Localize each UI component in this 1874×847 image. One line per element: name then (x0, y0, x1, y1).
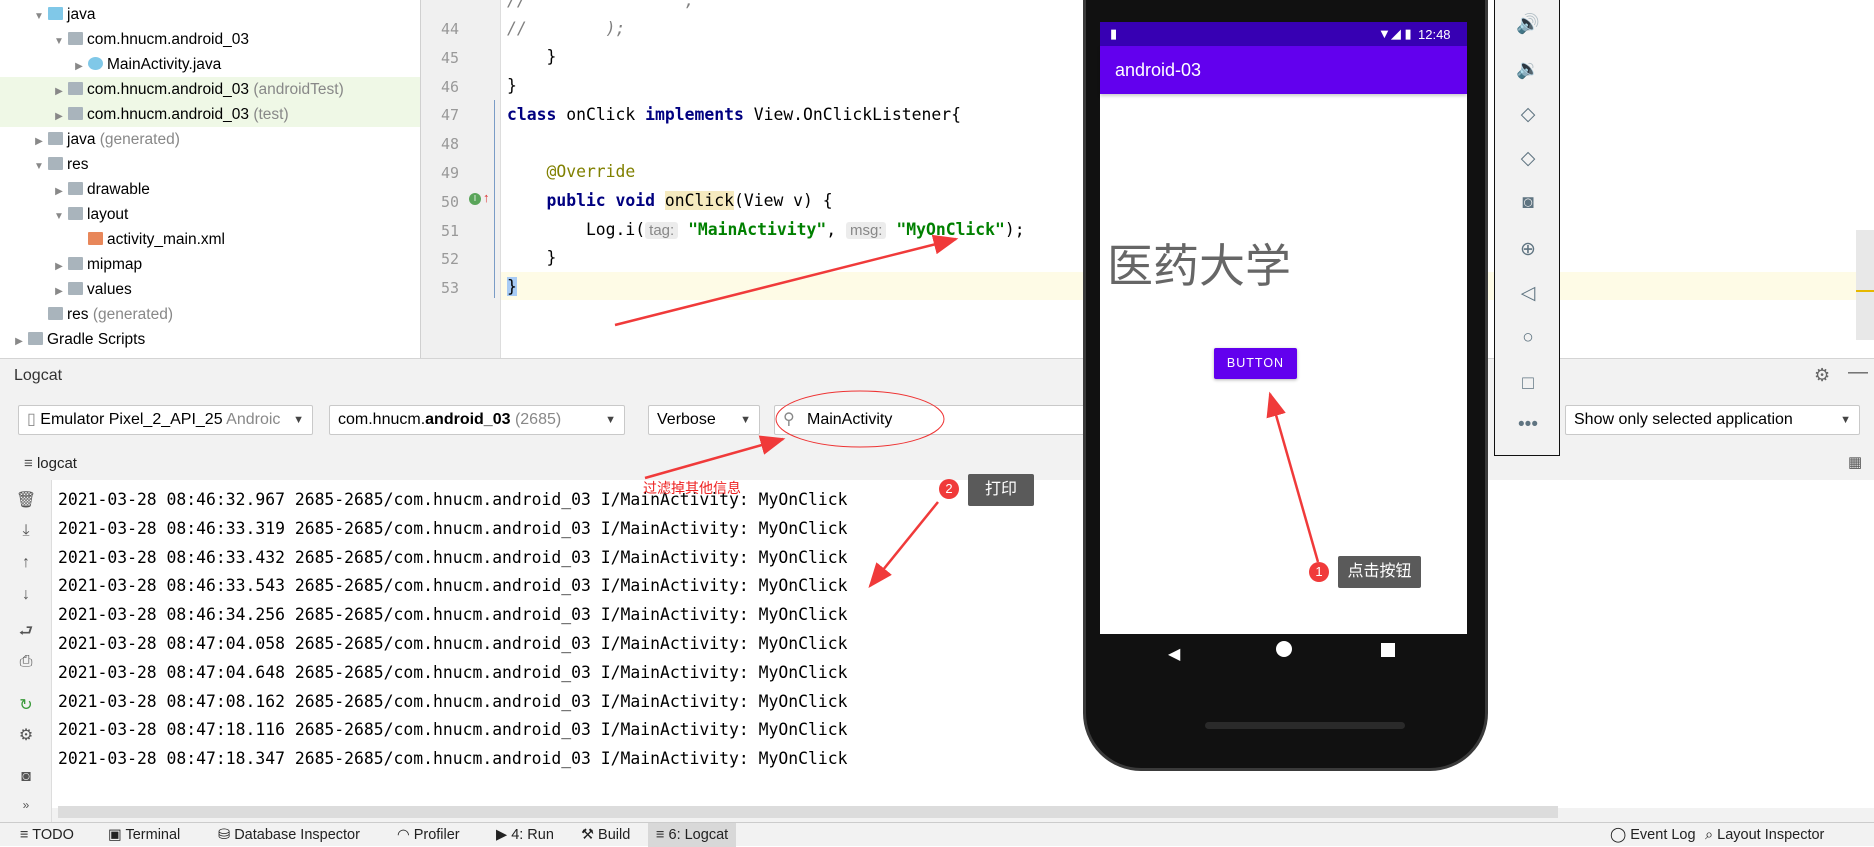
annotation-layer (614, 234, 1320, 588)
callout-badge-2: 2 (939, 479, 959, 499)
arrow-to-search (644, 435, 786, 480)
arrow-to-logs (868, 501, 939, 588)
arrow-to-code (614, 234, 959, 327)
search-highlight-circle (775, 390, 945, 448)
arrow-to-button (1266, 391, 1320, 563)
filter-note: 过滤掉其他信息 (643, 480, 741, 496)
callout-print: 打印 (968, 474, 1034, 506)
callout-badge-1: 1 (1309, 562, 1329, 582)
callout-click-button: 点击按钮 (1338, 556, 1421, 588)
